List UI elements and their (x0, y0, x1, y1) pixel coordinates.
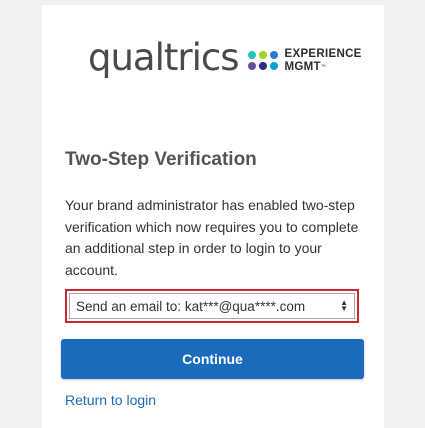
continue-button[interactable]: Continue (61, 339, 364, 379)
return-to-login-link[interactable]: Return to login (65, 392, 156, 408)
description-text: Your brand administrator has enabled two… (65, 197, 359, 278)
logo-tagline: EXPERIENCE MGMT™ (284, 47, 362, 73)
login-card: qualtrics EXPERIENCE MGMT™ Two-Step Veri… (42, 5, 384, 428)
logo-dots-icon (247, 51, 278, 70)
qualtrics-logo: qualtrics EXPERIENCE MGMT™ (88, 39, 362, 76)
page-title: Two-Step Verification (65, 149, 257, 170)
logo-wordmark: qualtrics (88, 36, 240, 79)
select-value: Send an email to: kat***@qua****.com (76, 298, 306, 314)
verification-method-select-highlight: Send an email to: kat***@qua****.com ▲ ▼ (65, 289, 359, 323)
select-arrows-icon: ▲ ▼ (340, 298, 348, 313)
verification-method-select[interactable]: Send an email to: kat***@qua****.com ▲ ▼ (69, 293, 355, 319)
